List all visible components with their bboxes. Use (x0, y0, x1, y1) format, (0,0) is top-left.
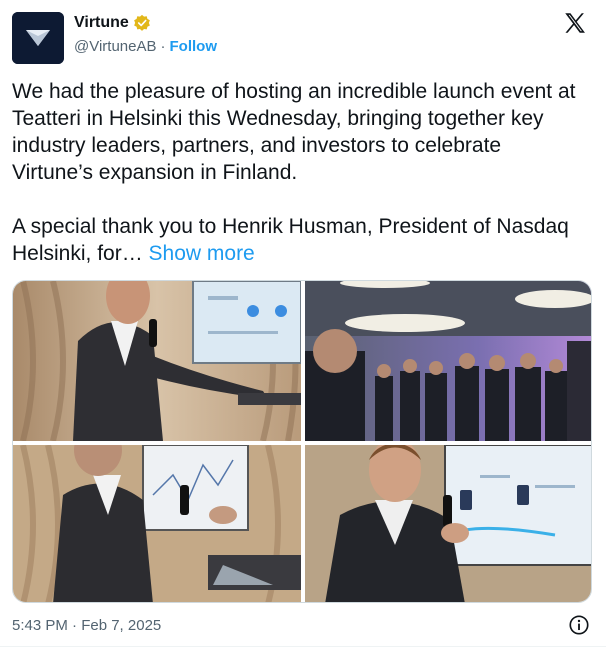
media-grid[interactable] (12, 280, 592, 603)
avatar[interactable] (12, 12, 64, 64)
tweet-text: We had the pleasure of hosting an incred… (12, 78, 587, 267)
tweet-card: Virtune @VirtuneAB · Follow We had the p… (0, 0, 606, 650)
name-row: Virtune (74, 12, 151, 34)
virtune-logo-icon (12, 12, 64, 64)
photo-speaker-2[interactable] (13, 445, 301, 602)
follow-button[interactable]: Follow (170, 38, 218, 55)
photo-speaker-1[interactable] (13, 281, 301, 441)
handle[interactable]: @VirtuneAB (74, 38, 157, 55)
show-more-link[interactable]: Show more (149, 242, 255, 265)
x-logo-icon[interactable] (562, 10, 588, 36)
handle-row: @VirtuneAB · Follow (74, 38, 217, 55)
verified-badge-icon (133, 14, 151, 32)
tweet-header: Virtune @VirtuneAB · Follow (12, 8, 594, 64)
photo-speaker-3[interactable] (305, 445, 591, 602)
photo-audience[interactable] (305, 281, 591, 441)
info-icon[interactable] (568, 614, 590, 636)
display-name[interactable]: Virtune (74, 14, 129, 32)
tweet-body: We had the pleasure of hosting an incred… (12, 80, 576, 265)
timestamp[interactable]: 5:43 PM · Feb 7, 2025 (12, 617, 161, 634)
separator-dot: · (160, 38, 166, 55)
divider (0, 646, 606, 647)
